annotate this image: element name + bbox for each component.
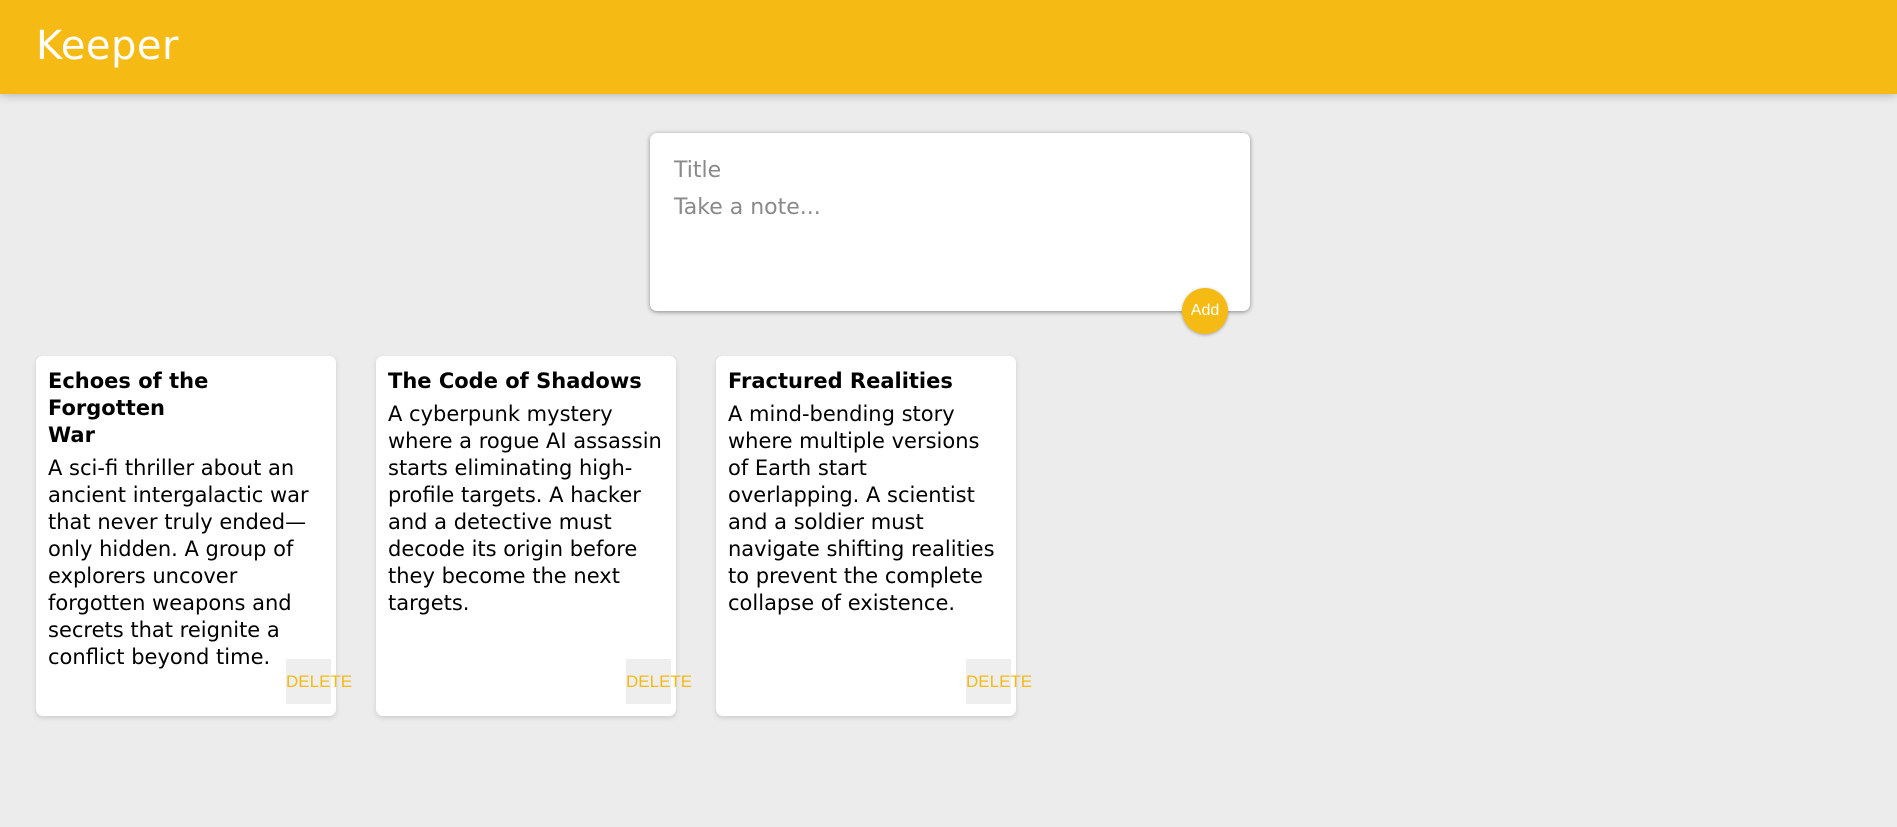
note-title: Fractured Realities <box>728 369 953 393</box>
note-content: A sci-fi thriller about an ancient inter… <box>48 456 316 669</box>
note-title: The Code of Shadows <box>388 369 642 393</box>
note-title-input[interactable] <box>674 154 1224 186</box>
note-card: Fractured Realities A mind-bending story… <box>716 356 1032 716</box>
note-card: The Code of Shadows A cyberpunk mystery … <box>376 356 692 716</box>
add-note-button[interactable]: Add <box>1182 288 1228 334</box>
note-content: A mind-bending story where multiple vers… <box>728 402 1002 615</box>
delete-note-button[interactable]: DELETE <box>626 659 692 704</box>
note-content-input[interactable] <box>674 192 1224 282</box>
app-title: Keeper <box>36 23 179 69</box>
delete-note-button[interactable]: DELETE <box>966 659 1032 704</box>
note-title: Echoes of the Forgotten War <box>48 369 209 447</box>
delete-note-button[interactable]: DELETE <box>286 659 352 704</box>
app-header: Keeper <box>0 0 1897 94</box>
note-content: A cyberpunk mystery where a rogue AI ass… <box>388 402 669 615</box>
note-card: Echoes of the Forgotten War A sci-fi thr… <box>36 356 352 716</box>
create-note-form <box>650 133 1250 311</box>
